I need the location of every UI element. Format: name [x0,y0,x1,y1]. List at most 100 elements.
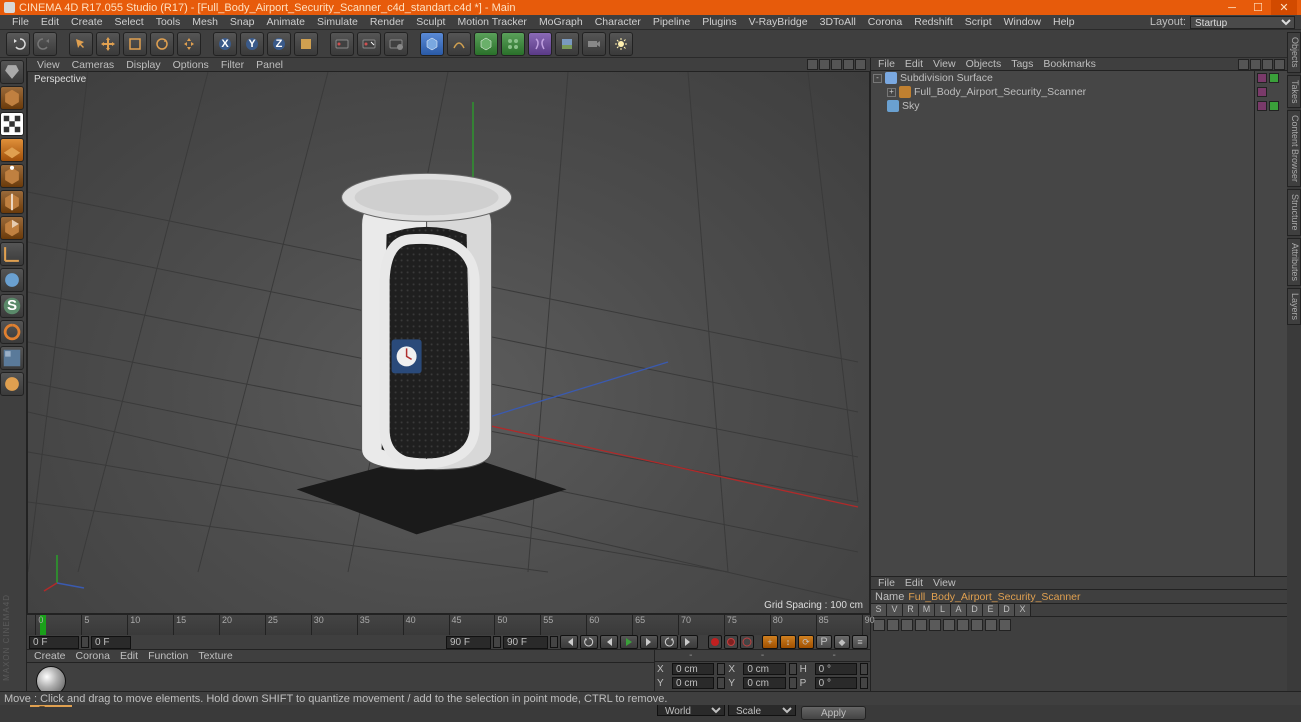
key-all-button[interactable]: ≡ [852,635,868,649]
tree-item[interactable]: Sky [871,99,1254,113]
next-frame-button[interactable] [640,635,658,649]
render-view-button[interactable] [330,32,354,56]
y-axis-button[interactable]: Y [240,32,264,56]
attr-icon[interactable] [999,619,1011,631]
rotate-button[interactable] [150,32,174,56]
menu-mesh[interactable]: Mesh [186,16,224,28]
matmenu-corona[interactable]: Corona [71,650,115,662]
add-environment-button[interactable] [555,32,579,56]
attr-tab-M[interactable]: M [919,604,935,616]
maximize-button[interactable]: ☐ [1245,0,1271,15]
coord-system-button[interactable] [294,32,318,56]
menu-mograph[interactable]: MoGraph [533,16,589,28]
objmgr-view-icon[interactable] [1262,59,1273,70]
viewport[interactable]: Perspective Grid Spacing : 100 cm [27,71,870,614]
objmgr-filter-icon[interactable] [1274,59,1285,70]
add-camera-button[interactable] [582,32,606,56]
attr-icon[interactable] [915,619,927,631]
attr-tab-V[interactable]: V [887,604,903,616]
attr-icon[interactable] [873,619,885,631]
x-axis-button[interactable]: X [213,32,237,56]
loop-fw-button[interactable] [660,635,678,649]
matmenu-function[interactable]: Function [143,650,193,662]
vp-rotate-icon[interactable] [843,59,854,70]
matmenu-edit[interactable]: Edit [115,650,143,662]
current-frame-field[interactable]: 0 F [91,636,131,649]
attr-tab-R[interactable]: R [903,604,919,616]
texture-mode-button[interactable] [0,112,24,136]
add-array-button[interactable] [501,32,525,56]
tag-icon[interactable] [1257,73,1267,83]
render-region-button[interactable] [357,32,381,56]
objmenu-edit[interactable]: Edit [900,58,928,70]
add-light-button[interactable] [609,32,633,56]
goto-start-button[interactable] [560,635,578,649]
menu-edit[interactable]: Edit [35,16,65,28]
autokey-button[interactable] [724,635,738,649]
coord-mode-world[interactable]: World [657,704,725,716]
menu-simulate[interactable]: Simulate [311,16,364,28]
recent-tools-button[interactable] [177,32,201,56]
close-button[interactable]: ✕ [1271,0,1297,15]
rot-P[interactable]: 0 ° [815,677,857,689]
vp-zoom-icon[interactable] [831,59,842,70]
attr-icon[interactable] [887,619,899,631]
vpmenu-display[interactable]: Display [120,59,166,71]
menu-script[interactable]: Script [959,16,998,28]
matmenu-texture[interactable]: Texture [193,650,237,662]
key-position-button[interactable]: + [762,635,778,649]
minimize-button[interactable]: ─ [1219,0,1245,15]
snap-button[interactable]: S [0,294,24,318]
attr-tab-A[interactable]: A [951,604,967,616]
menu-pipeline[interactable]: Pipeline [647,16,696,28]
undo-button[interactable] [6,32,30,56]
add-deformer-button[interactable] [528,32,552,56]
vpmenu-panel[interactable]: Panel [250,59,289,71]
tag-icon[interactable] [1257,87,1267,97]
key-scale-button[interactable]: ↕ [780,635,796,649]
object-name[interactable]: Sky [902,100,920,112]
play-button[interactable] [620,635,638,649]
expander-icon[interactable]: - [873,74,882,83]
vpmenu-view[interactable]: View [31,59,66,71]
tag-icon[interactable] [1269,87,1279,97]
move-button[interactable] [96,32,120,56]
tag-icon[interactable] [1269,101,1279,111]
attr-icon[interactable] [971,619,983,631]
menu-help[interactable]: Help [1047,16,1081,28]
apply-button[interactable]: Apply [801,706,866,720]
key-param-button[interactable]: P [816,635,832,649]
edge-mode-button[interactable] [0,190,24,214]
add-generator-button[interactable] [474,32,498,56]
menu-3dtoall[interactable]: 3DToAll [814,16,862,28]
range-end-field[interactable]: 90 F [503,636,548,649]
loop-button[interactable] [580,635,598,649]
object-name[interactable]: Full_Body_Airport_Security_Scanner [914,86,1086,98]
vp-config-icon[interactable] [807,59,818,70]
objmgr-search-icon[interactable] [1238,59,1249,70]
size-Y[interactable]: 0 cm [743,677,785,689]
vpmenu-cameras[interactable]: Cameras [66,59,121,71]
render-settings-button[interactable] [384,32,408,56]
menu-file[interactable]: File [6,16,35,28]
tree-item[interactable]: +Full_Body_Airport_Security_Scanner [871,85,1254,99]
attr-tab-D[interactable]: D [999,604,1015,616]
attr-tab-X[interactable]: X [1015,604,1031,616]
prev-frame-button[interactable] [600,635,618,649]
pos-X[interactable]: 0 cm [672,663,714,675]
menu-snap[interactable]: Snap [224,16,261,28]
layout-dropdown[interactable]: Startup [1190,16,1295,29]
z-axis-button[interactable]: Z [267,32,291,56]
objmgr-home-icon[interactable] [1250,59,1261,70]
attr-tab-L[interactable]: L [935,604,951,616]
matmenu-create[interactable]: Create [29,650,71,662]
polygon-mode-button[interactable] [0,216,24,240]
menu-character[interactable]: Character [589,16,647,28]
menu-window[interactable]: Window [998,16,1047,28]
vpmenu-filter[interactable]: Filter [215,59,250,71]
locked-workplane-button[interactable] [0,372,24,396]
menu-tools[interactable]: Tools [150,16,187,28]
vp-toggle-icon[interactable] [855,59,866,70]
menu-create[interactable]: Create [65,16,109,28]
key-pla-button[interactable]: ◆ [834,635,850,649]
